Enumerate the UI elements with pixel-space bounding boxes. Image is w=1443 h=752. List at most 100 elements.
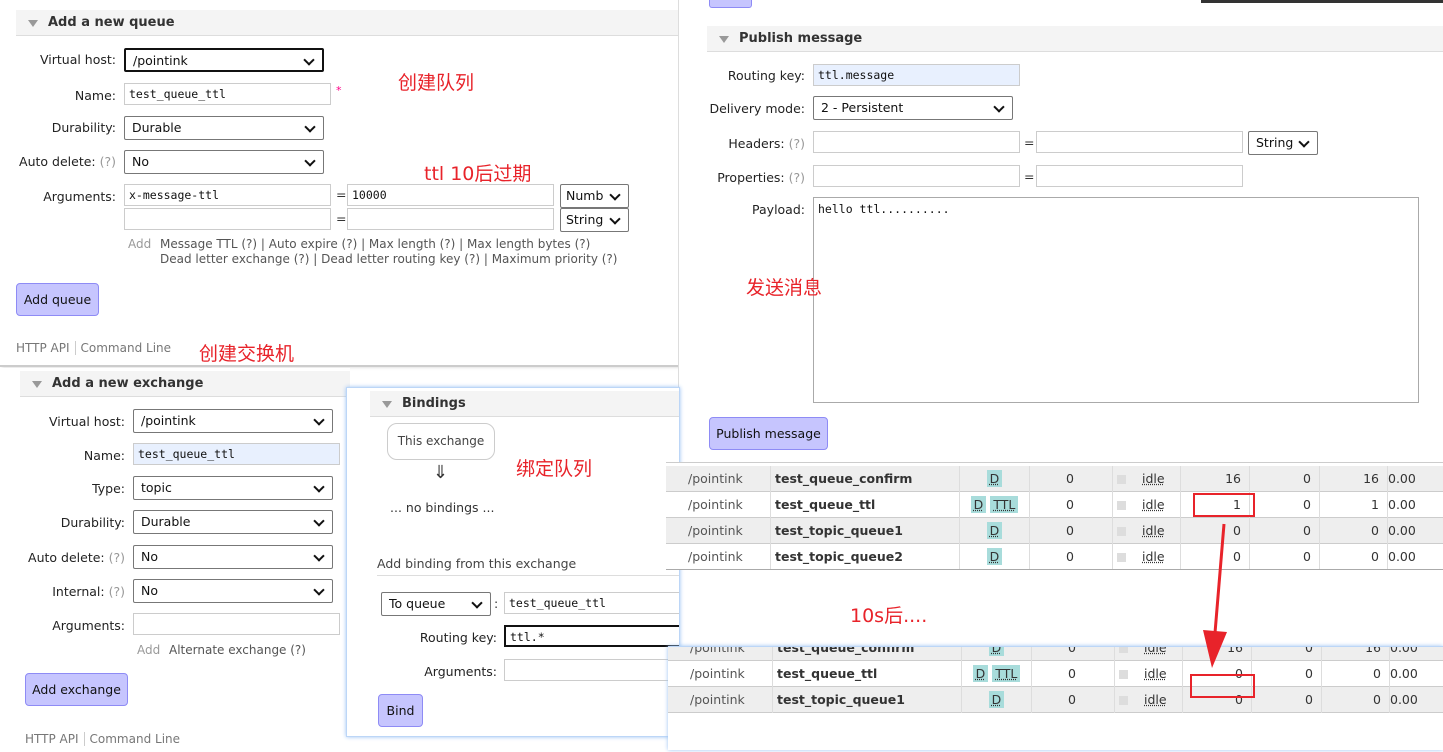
collapse-triangle-icon	[382, 401, 392, 408]
auto-delete-select[interactable]: No	[133, 545, 333, 569]
payload-textarea[interactable]: hello ttl..........	[813, 197, 1419, 403]
header-type-select[interactable]: String	[1248, 131, 1318, 155]
state-cell: idle	[1113, 466, 1181, 492]
feature-badge[interactable]: D	[988, 647, 1005, 656]
http-api-link[interactable]: HTTP API	[16, 341, 70, 355]
argument-type-select[interactable]: Numb	[560, 184, 629, 208]
durability-select[interactable]: Durable	[124, 116, 324, 140]
add-exchange-button[interactable]: Add exchange	[25, 673, 128, 706]
property-key-input[interactable]	[813, 165, 1020, 187]
queue-name-cell[interactable]: test_queue_ttl	[773, 661, 962, 687]
virtual-host-label: Virtual host:	[48, 414, 125, 429]
alternate-exchange-hint[interactable]: Alternate exchange (?)	[169, 643, 306, 657]
destination-type-select[interactable]: To queue	[381, 592, 491, 616]
header-value-input[interactable]	[1036, 131, 1243, 153]
command-line-link[interactable]: Command Line	[83, 732, 181, 746]
argument-key-input[interactable]	[124, 208, 331, 230]
argument-key-input[interactable]	[133, 613, 340, 635]
queue-name-cell[interactable]: test_queue_confirm	[771, 466, 960, 492]
add-argument-link[interactable]: Add	[137, 643, 160, 657]
destination-queue-input[interactable]: test_queue_ttl	[504, 592, 679, 614]
table-row[interactable]: /pointink test_topic_queue1 D 0 idle 0 0 0 0.00	[666, 518, 1443, 544]
feature-badge[interactable]: D	[986, 522, 1003, 539]
help-link[interactable]: (?)	[109, 584, 125, 599]
collapse-triangle-icon	[32, 381, 42, 388]
feature-badge[interactable]: TTL	[990, 496, 1019, 513]
publish-message-header[interactable]: Publish message	[707, 26, 1443, 52]
queue-name-cell[interactable]: test_topic_queue1	[771, 518, 960, 544]
rate-cell: 0.00	[1390, 687, 1443, 713]
table-row[interactable]: /pointink test_queue_ttl D TTL 0 idle 1 0 1 0.00	[666, 492, 1443, 518]
routing-key-input[interactable]: ttl.*	[504, 625, 679, 647]
help-link[interactable]: (?)	[789, 170, 805, 185]
vhost-cell: /pointink	[686, 661, 773, 687]
feature-badge[interactable]: D	[970, 496, 987, 513]
command-line-link[interactable]: Command Line	[74, 341, 172, 355]
label-text: Internal:	[52, 584, 105, 599]
arguments-label: Arguments:	[43, 189, 116, 204]
add-queue-button[interactable]: Add queue	[16, 283, 99, 316]
argument-value-input[interactable]	[347, 208, 554, 230]
argument-hints-line2[interactable]: Dead letter exchange (?) | Dead letter r…	[160, 252, 617, 266]
label-text: Auto delete:	[28, 550, 105, 565]
argument-value-input[interactable]: 10000	[347, 184, 554, 206]
table-row[interactable]: /pointink test_topic_queue2 D 0 idle 0 0 0 0.00	[666, 544, 1443, 569]
queues-table-after: /pointink test_queue_confirm D 0 idle 16 0 16 0.…	[668, 646, 1443, 750]
type-select[interactable]: topic	[133, 476, 333, 500]
queue-name-cell[interactable]: test_topic_queue2	[771, 544, 960, 569]
auto-delete-select[interactable]: No	[124, 150, 324, 174]
rate-cell: 0.00	[1388, 492, 1443, 518]
queue-name-input[interactable]: test_queue_ttl	[124, 83, 331, 105]
help-link[interactable]: (?)	[109, 550, 125, 565]
queue-name-cell[interactable]: test_queue_confirm	[773, 647, 962, 661]
argument-hints-line1[interactable]: Message TTL (?) | Auto expire (?) | Max …	[160, 237, 590, 251]
add-exchange-header[interactable]: Add a new exchange	[20, 371, 350, 397]
routing-key-input[interactable]: ttl.message	[813, 64, 1020, 86]
help-link[interactable]: (?)	[789, 136, 805, 151]
rate-cell: 0.00	[1388, 466, 1443, 492]
argument-key-input[interactable]: x-message-ttl	[124, 184, 331, 206]
table-row[interactable]: /pointink test_queue_confirm D 0 idle 16 0 16 0.…	[668, 646, 1443, 661]
feature-badge[interactable]: D	[988, 691, 1005, 708]
queue-name-cell[interactable]: test_queue_ttl	[771, 492, 960, 518]
table-row[interactable]: /pointink test_queue_ttl D TTL 0 idle 0 0 0 0.00	[668, 661, 1443, 687]
internal-select[interactable]: No	[133, 579, 333, 603]
queue-name-cell[interactable]: test_topic_queue1	[773, 687, 962, 713]
state-indicator-icon	[1117, 501, 1126, 510]
virtual-host-select[interactable]: /pointink	[133, 409, 333, 433]
add-queue-header[interactable]: Add a new queue	[16, 10, 680, 36]
feature-badge[interactable]: D	[986, 548, 1003, 565]
partial-button[interactable]	[709, 0, 752, 8]
state-cell: idle	[1115, 687, 1183, 713]
equals-sign: =	[1024, 135, 1035, 150]
collapse-triangle-icon	[28, 20, 38, 27]
total-cell: 1	[1320, 492, 1388, 518]
property-value-input[interactable]	[1036, 165, 1243, 187]
header-key-input[interactable]	[813, 131, 1020, 153]
state-cell: idle	[1113, 544, 1181, 569]
durability-select[interactable]: Durable	[133, 510, 333, 534]
feature-badge[interactable]: D	[972, 665, 989, 682]
publish-message-button[interactable]: Publish message	[709, 417, 828, 450]
binding-arguments-input[interactable]	[504, 659, 679, 681]
properties-label: Properties: (?)	[679, 170, 805, 185]
state-indicator-icon	[1119, 647, 1128, 653]
help-link[interactable]: (?)	[100, 154, 116, 169]
features-cell: D TTL	[962, 661, 1032, 687]
add-argument-link[interactable]: Add	[128, 237, 151, 251]
bindings-header[interactable]: Bindings	[370, 391, 679, 417]
vhost-cell: /pointink	[684, 492, 771, 518]
argument-type-select[interactable]: String	[560, 208, 629, 232]
http-api-link[interactable]: HTTP API	[25, 732, 79, 746]
label-text: Properties:	[717, 170, 785, 185]
auto-delete-label: Auto delete: (?)	[0, 550, 125, 565]
delivery-mode-select[interactable]: 2 - Persistent	[813, 96, 1013, 120]
bind-button[interactable]: Bind	[378, 694, 423, 727]
table-row[interactable]: /pointink test_queue_confirm D 0 idle 16 0 16 0.…	[666, 466, 1443, 492]
exchange-name-input[interactable]: test_queue_ttl	[133, 443, 340, 465]
feature-badge[interactable]: D	[986, 470, 1003, 487]
state-label: idle	[1144, 646, 1167, 655]
feature-badge[interactable]: TTL	[992, 665, 1021, 682]
virtual-host-select[interactable]: /pointink	[124, 48, 324, 72]
table-row[interactable]: /pointink test_topic_queue1 D 0 idle 0 0 0 0.00	[668, 687, 1443, 713]
